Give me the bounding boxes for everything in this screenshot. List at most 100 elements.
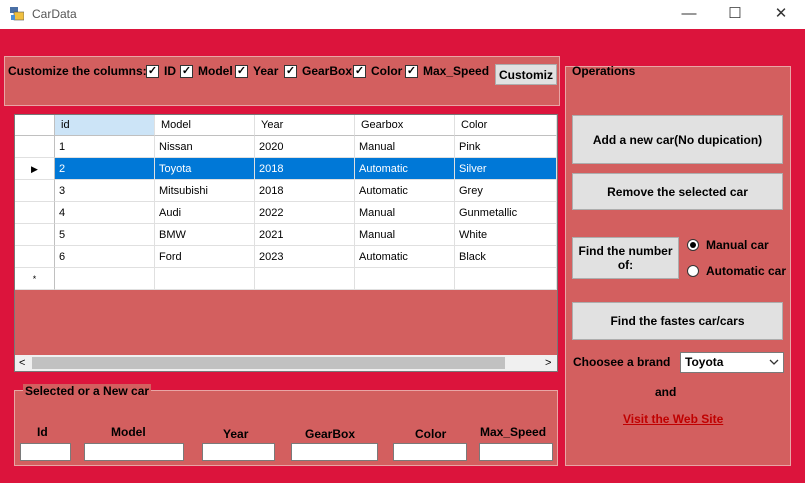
manual-car-radio[interactable] — [687, 239, 699, 251]
visit-web-site-link[interactable]: Visit the Web Site — [623, 412, 723, 426]
scroll-right-arrow-icon[interactable]: > — [545, 355, 551, 371]
field-label-max-speed: Max_Speed — [480, 425, 547, 439]
cell-year[interactable]: 2023 — [255, 246, 355, 268]
max-speed-input[interactable] — [479, 443, 553, 461]
row-header[interactable] — [15, 224, 55, 246]
new-row[interactable]: * — [15, 268, 557, 290]
cell-color[interactable]: Black — [455, 246, 557, 268]
brand-label: Choosee a brand — [573, 355, 671, 369]
cell-gearbox[interactable]: Automatic — [355, 246, 455, 268]
find-fastest-button[interactable]: Find the fastes car/cars — [572, 302, 783, 340]
table-row[interactable]: 3 Mitsubishi 2018 Automatic Grey — [15, 180, 557, 202]
checkbox-gearbox-label[interactable]: GearBox — [302, 64, 352, 78]
manual-car-label[interactable]: Manual car — [706, 238, 769, 252]
field-label-id: Id — [37, 425, 48, 439]
new-cell-year[interactable] — [255, 268, 355, 290]
gearbox-input[interactable] — [291, 443, 378, 461]
checkbox-gearbox[interactable]: ✓ — [284, 65, 297, 78]
brand-select[interactable]: Toyota — [680, 352, 784, 373]
cell-year[interactable]: 2020 — [255, 136, 355, 158]
new-row-marker[interactable]: * — [15, 268, 55, 290]
cars-data-grid[interactable]: id Model Year Gearbox Color 1 Nissan 202… — [14, 114, 558, 372]
current-row-indicator[interactable]: ▶ — [15, 158, 55, 180]
cell-gearbox[interactable]: Automatic — [355, 180, 455, 202]
remove-car-button[interactable]: Remove the selected car — [572, 173, 783, 210]
customize-button[interactable]: Customiz — [495, 64, 557, 85]
checkbox-model-label[interactable]: Model — [198, 64, 233, 78]
checkbox-year-label[interactable]: Year — [253, 64, 278, 78]
horizontal-scrollbar[interactable]: < > — [15, 355, 557, 371]
new-cell-model[interactable] — [155, 268, 255, 290]
scroll-left-arrow-icon[interactable]: < — [19, 355, 25, 371]
automatic-car-radio[interactable] — [687, 265, 699, 277]
model-input[interactable] — [84, 443, 184, 461]
cell-gearbox[interactable]: Manual — [355, 224, 455, 246]
scrollbar-thumb[interactable] — [32, 357, 505, 369]
checkbox-id-label[interactable]: ID — [164, 64, 176, 78]
cell-id[interactable]: 6 — [55, 246, 155, 268]
field-label-gearbox: GearBox — [305, 427, 356, 441]
year-input[interactable] — [202, 443, 275, 461]
checkbox-id[interactable]: ✓ — [146, 65, 159, 78]
row-header[interactable] — [15, 180, 55, 202]
cell-id[interactable]: 1 — [55, 136, 155, 158]
operations-group: Operations Add a new car(No dupication) … — [565, 64, 791, 466]
cell-gearbox[interactable]: Automatic — [355, 158, 455, 180]
column-header-model[interactable]: Model — [155, 115, 255, 136]
cell-color[interactable]: White — [455, 224, 557, 246]
cell-color[interactable]: Gunmetallic — [455, 202, 557, 224]
row-header[interactable] — [15, 202, 55, 224]
cell-id[interactable]: 4 — [55, 202, 155, 224]
add-car-button[interactable]: Add a new car(No dupication) — [572, 115, 783, 164]
cell-color[interactable]: Grey — [455, 180, 557, 202]
checkbox-year[interactable]: ✓ — [235, 65, 248, 78]
field-label-year: Year — [223, 427, 249, 441]
close-button[interactable]: ✕ — [758, 0, 804, 29]
cell-gearbox[interactable]: Manual — [355, 202, 455, 224]
radio-selected-dot — [690, 242, 696, 248]
new-cell-id[interactable] — [55, 268, 155, 290]
table-row[interactable]: 5 BMW 2021 Manual White — [15, 224, 557, 246]
cell-id[interactable]: 2 — [55, 158, 155, 180]
new-cell-gearbox[interactable] — [355, 268, 455, 290]
cell-color[interactable]: Silver — [455, 158, 557, 180]
id-input[interactable] — [20, 443, 71, 461]
cell-year[interactable]: 2021 — [255, 224, 355, 246]
table-row-selected[interactable]: ▶ 2 Toyota 2018 Automatic Silver — [15, 158, 557, 180]
checkbox-max-speed[interactable]: ✓ — [405, 65, 418, 78]
row-header[interactable] — [15, 246, 55, 268]
cell-model[interactable]: Audi — [155, 202, 255, 224]
checkbox-model[interactable]: ✓ — [180, 65, 193, 78]
table-row[interactable]: 4 Audi 2022 Manual Gunmetallic — [15, 202, 557, 224]
field-label-model: Model — [111, 425, 146, 439]
cell-model[interactable]: Mitsubishi — [155, 180, 255, 202]
cell-id[interactable]: 5 — [55, 224, 155, 246]
cell-model[interactable]: Ford — [155, 246, 255, 268]
column-header-year[interactable]: Year — [255, 115, 355, 136]
minimize-button[interactable]: — — [666, 0, 712, 29]
column-header-gearbox[interactable]: Gearbox — [355, 115, 455, 136]
color-input[interactable] — [393, 443, 467, 461]
cell-color[interactable]: Pink — [455, 136, 557, 158]
cell-id[interactable]: 3 — [55, 180, 155, 202]
maximize-button[interactable]: ☐ — [712, 0, 758, 29]
cell-model[interactable]: BMW — [155, 224, 255, 246]
column-header-id[interactable]: id — [55, 115, 155, 136]
automatic-car-label[interactable]: Automatic car — [706, 264, 786, 278]
cell-year[interactable]: 2018 — [255, 158, 355, 180]
cell-year[interactable]: 2018 — [255, 180, 355, 202]
checkbox-color[interactable]: ✓ — [353, 65, 366, 78]
cell-model[interactable]: Nissan — [155, 136, 255, 158]
find-number-button[interactable]: Find the number of: — [572, 237, 679, 279]
new-cell-color[interactable] — [455, 268, 557, 290]
cell-model[interactable]: Toyota — [155, 158, 255, 180]
checkbox-max-speed-label[interactable]: Max_Speed — [423, 64, 489, 78]
table-row[interactable]: 6 Ford 2023 Automatic Black — [15, 246, 557, 268]
checkbox-color-label[interactable]: Color — [371, 64, 402, 78]
customize-caption: Customize the columns: — [8, 64, 147, 78]
cell-year[interactable]: 2022 — [255, 202, 355, 224]
table-row[interactable]: 1 Nissan 2020 Manual Pink — [15, 136, 557, 158]
cell-gearbox[interactable]: Manual — [355, 136, 455, 158]
column-header-color[interactable]: Color — [455, 115, 557, 136]
row-header[interactable] — [15, 136, 55, 158]
